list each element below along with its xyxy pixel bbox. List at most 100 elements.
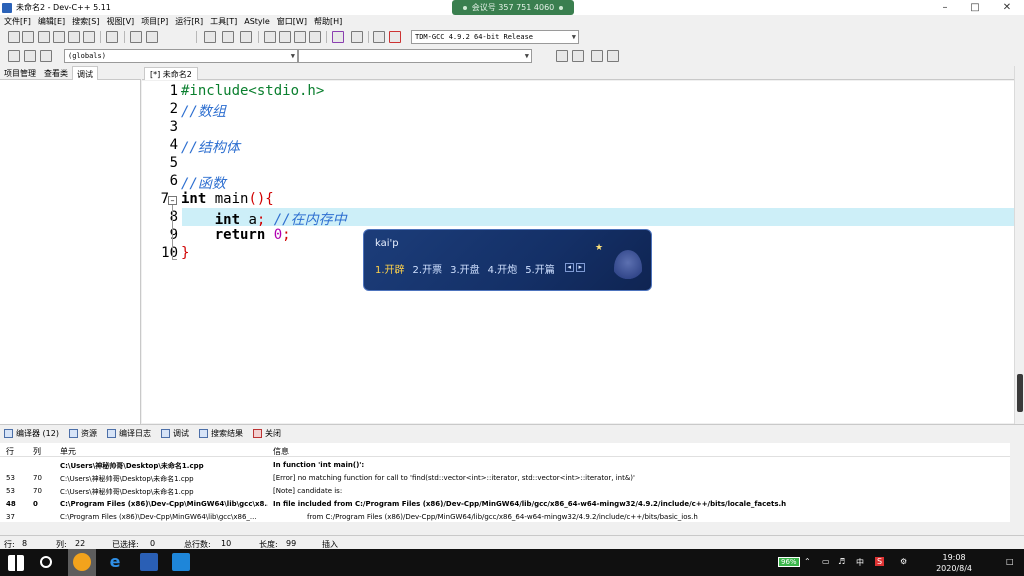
menu-project[interactable]: 项目[P] [139,16,173,27]
chart-icon[interactable] [373,31,385,43]
menu-view[interactable]: 视图[V] [104,16,139,27]
ime-candidate[interactable]: 5.开篇 [525,261,555,276]
status-total-lines-value: 10 [221,539,232,548]
ime-candidate[interactable]: 3.开盘 [450,261,480,276]
windows-taskbar: e 96% ⌃ ▭ ♬ 中 S ⚙ 19:08 2020/8/4 □ [0,549,1024,576]
volume-icon[interactable]: ♬ [838,557,845,566]
minimize-icon[interactable]: – [930,0,960,15]
ime-candidate[interactable]: 4.开炮 [488,261,518,276]
debug-icon[interactable] [389,31,401,43]
menu-astyle[interactable]: AStyle [242,17,275,26]
compiler-select[interactable]: TDM-GCC 4.9.2 64-bit Release ▼ [411,30,579,44]
new-file-icon[interactable] [8,31,20,43]
run-icon[interactable] [279,31,291,43]
table-row[interactable]: C:\Users\神秘帅哥\Desktop\未命名1.cpp In functi… [0,459,1010,472]
tab-compiler[interactable]: 编译器 (12) [4,428,59,439]
search-icon[interactable] [40,556,52,568]
menu-tools[interactable]: 工具[T] [208,16,242,27]
check-icon[interactable] [332,31,344,43]
fold-guide [172,205,173,259]
ime-candidate[interactable]: 2.开票 [413,261,443,276]
redo-icon[interactable] [146,31,158,43]
column-header-info[interactable]: 信息 [273,446,289,457]
menu-file[interactable]: 文件[F] [2,16,36,27]
project-options-icon[interactable] [40,50,52,62]
save-icon[interactable] [38,31,50,43]
stop-icon[interactable] [351,31,363,43]
menu-window[interactable]: 窗口[W] [275,16,312,27]
table-row[interactable]: 53 70 C:\Users\神秘帅哥\Desktop\未命名1.cpp [No… [0,485,1010,498]
scope-select-value: (globals) [68,52,106,60]
tab-compile-log[interactable]: 编译日志 [106,428,151,439]
function-select[interactable]: ▼ [298,49,532,63]
tab-debug-output[interactable]: 调试 [160,428,189,439]
compile-icon[interactable] [264,31,276,43]
open-file-icon[interactable] [22,31,34,43]
message-table-hscrollbar[interactable] [0,522,1010,534]
close-all-icon[interactable] [83,31,95,43]
editor-file-tab[interactable]: [*] 未命名2 [144,67,198,80]
project-new-icon[interactable] [8,50,20,62]
clock[interactable]: 19:08 2020/8/4 [936,552,972,574]
tab-resources[interactable]: 资源 [68,428,97,439]
column-header-unit[interactable]: 单元 [60,446,76,457]
code-line: return 0; [181,227,291,243]
cell-col: 70 [33,487,42,495]
fold-toggle-icon[interactable]: – [168,196,177,205]
line-number: 8 [169,209,178,225]
tab-debug[interactable]: 调试 [72,66,98,80]
find-next-icon[interactable] [572,50,584,62]
tab-project-manager[interactable]: 项目管理 [0,66,40,80]
menu-search[interactable]: 搜索[S] [70,16,104,27]
notifications-icon[interactable]: □ [1006,557,1014,566]
project-add-icon[interactable] [24,50,36,62]
undo-icon[interactable] [130,31,142,43]
main-toolbar: TDM-GCC 4.9.2 64-bit Release ▼ [0,28,1024,46]
secondary-toolbar: (globals) ▼ ▼ [0,47,1024,65]
network-icon[interactable]: ▭ [822,557,830,566]
battery-indicator[interactable]: 96% [778,557,800,567]
meeting-banner[interactable]: 会议号 357 751 4060 [452,0,574,15]
column-header-col[interactable]: 列 [33,446,41,457]
editor-scrollbar-thumb[interactable] [1017,374,1023,412]
goto-icon[interactable] [591,50,603,62]
message-table-scrollbar[interactable] [1010,443,1024,533]
print-icon[interactable] [106,31,118,43]
sogou-ime-icon[interactable]: S [875,557,885,566]
ime-candidate-window[interactable]: kai'p 1.开辟 2.开票 3.开盘 4.开炮 5.开篇 ◂ ▸ ★ [363,229,652,291]
menu-run[interactable]: 运行[R] [173,16,208,27]
rebuild-icon[interactable] [309,31,321,43]
start-icon[interactable] [8,555,24,571]
devcpp-taskbar-icon[interactable] [140,553,158,571]
bookmark-icon[interactable] [240,31,252,43]
indent-icon[interactable] [204,31,216,43]
edge-icon[interactable]: e [106,553,124,571]
close-file-icon[interactable] [68,31,80,43]
tab-close[interactable]: 关闭 [252,428,281,439]
table-row[interactable]: 48 0 C:\Program Files (x86)\Dev-Cpp\MinG… [0,498,1010,511]
ime-language-indicator[interactable]: 中 [856,557,864,568]
ime-next-page-icon[interactable]: ▸ [575,263,585,272]
tray-expand-icon[interactable]: ⌃ [804,557,811,566]
meeting-app-icon[interactable] [172,553,190,571]
compile-run-icon[interactable] [294,31,306,43]
maximize-icon[interactable]: □ [960,0,990,15]
settings-icon[interactable]: ⚙ [900,557,907,566]
close-icon[interactable]: ✕ [992,0,1022,15]
editor-scrollbar[interactable] [1014,66,1024,424]
column-header-row[interactable]: 行 [6,446,14,457]
tab-search-results[interactable]: 搜索结果 [198,428,243,439]
save-all-icon[interactable] [53,31,65,43]
tab-class-browser[interactable]: 查看类 [40,66,72,80]
scope-select[interactable]: (globals) ▼ [64,49,298,63]
ime-prev-page-icon[interactable]: ◂ [564,263,574,272]
unindent-icon[interactable] [222,31,234,43]
tab-resources-label: 资源 [80,429,97,438]
goto-line-icon[interactable] [607,50,619,62]
ime-candidate[interactable]: 1.开辟 [375,261,405,276]
menu-help[interactable]: 帮助[H] [312,16,347,27]
toolbar-divider [124,31,125,43]
table-row[interactable]: 53 70 C:\Users\神秘帅哥\Desktop\未命名1.cpp [Er… [0,472,1010,485]
find-icon[interactable] [556,50,568,62]
menu-edit[interactable]: 编辑[E] [36,16,70,27]
